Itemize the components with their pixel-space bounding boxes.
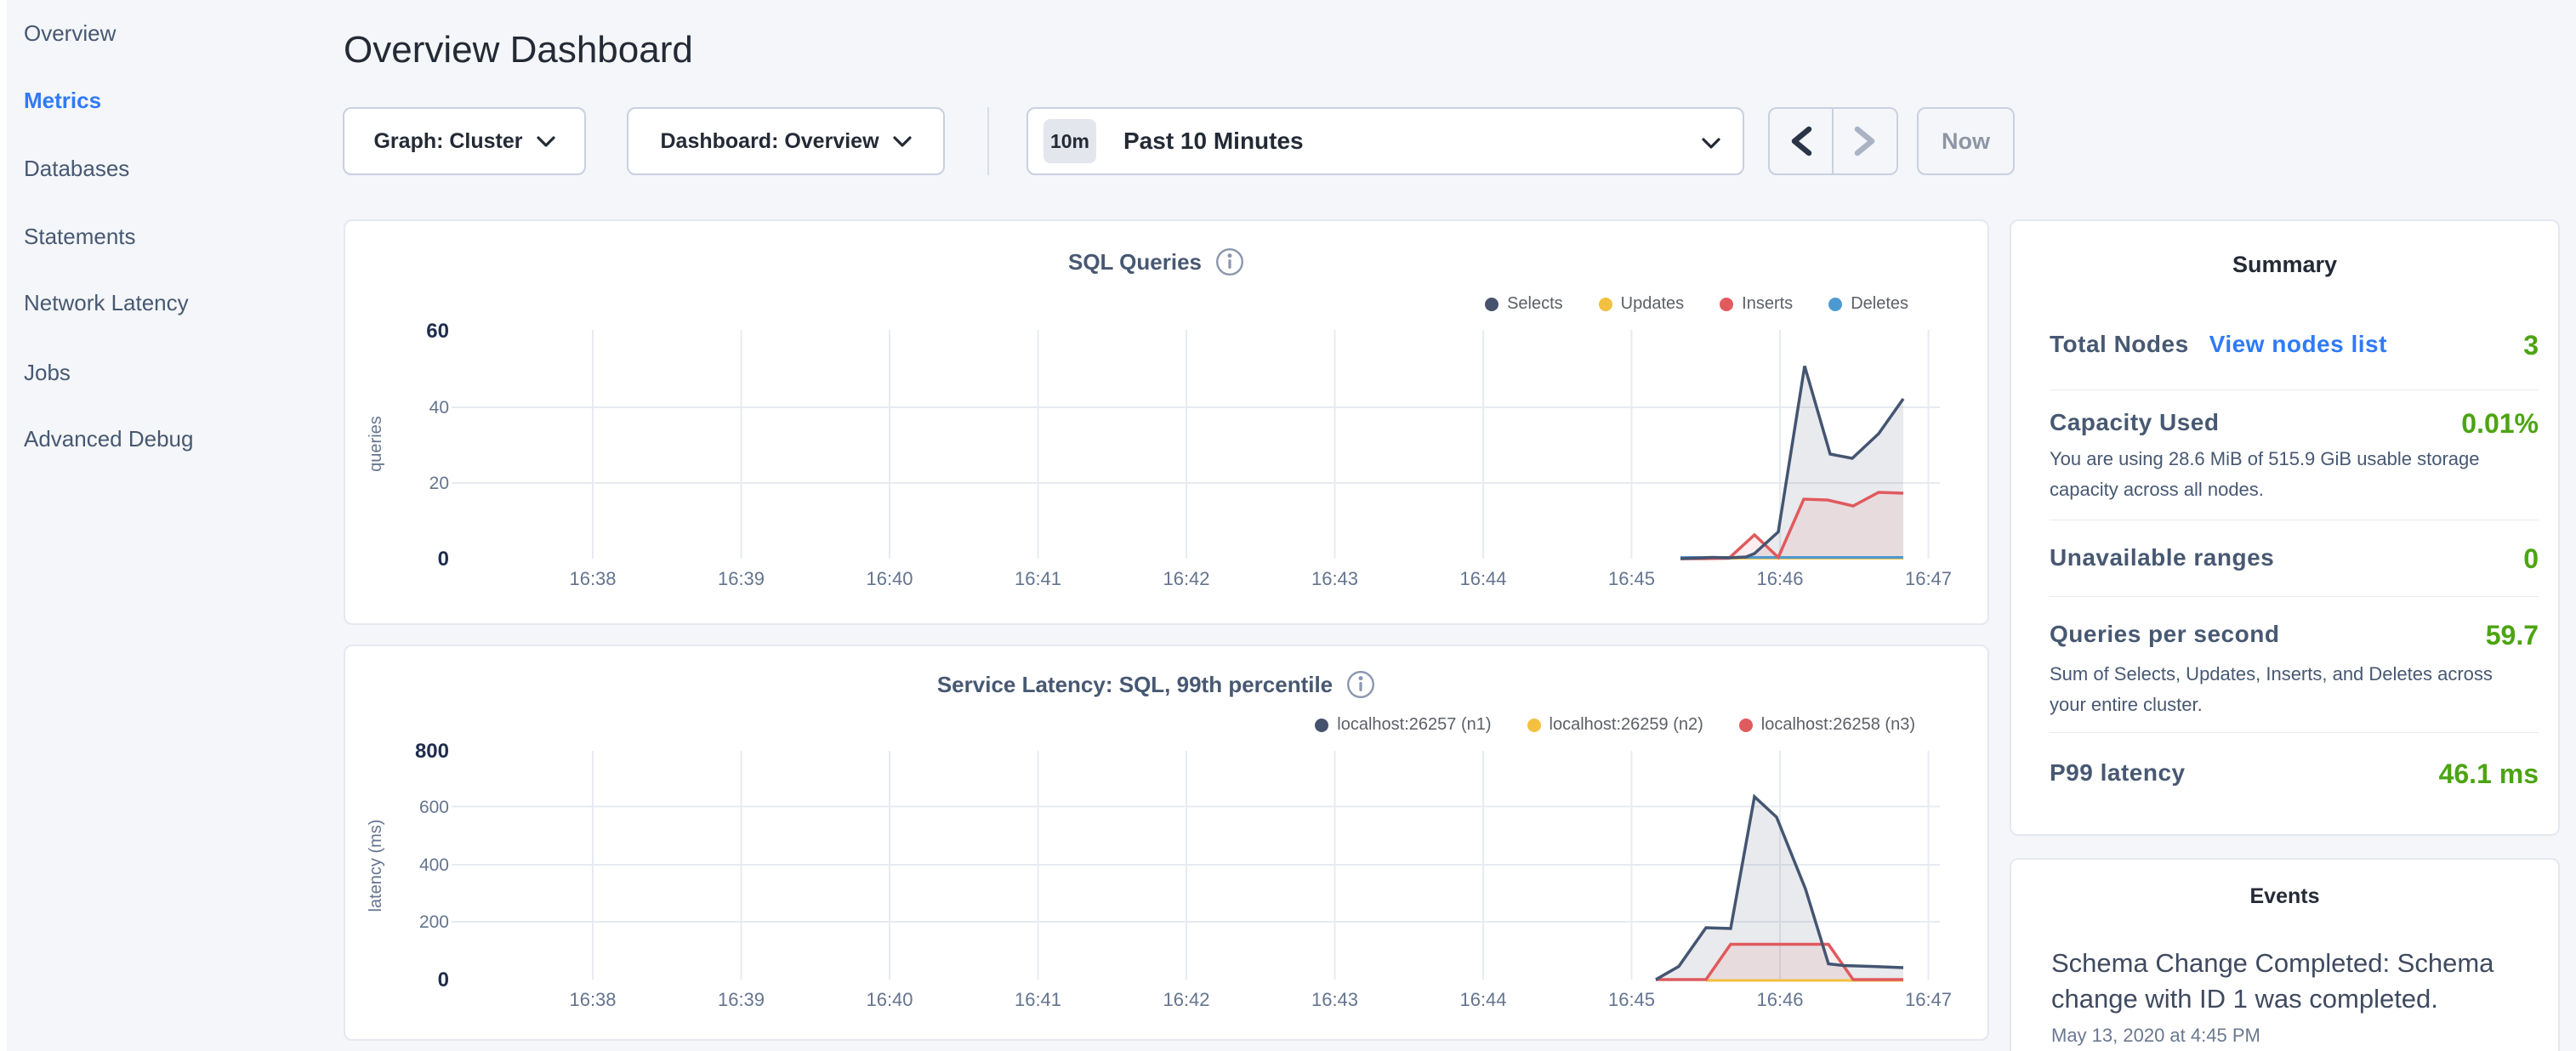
svg-text:16:43: 16:43 (1311, 989, 1358, 1010)
svg-text:400: 400 (419, 855, 449, 875)
svg-text:16:47: 16:47 (1905, 568, 1952, 589)
svg-text:16:43: 16:43 (1311, 568, 1358, 589)
svg-text:16:46: 16:46 (1756, 568, 1803, 589)
svg-text:16:44: 16:44 (1459, 989, 1506, 1010)
svg-text:16:44: 16:44 (1459, 568, 1506, 589)
svg-text:16:38: 16:38 (569, 568, 616, 589)
svg-text:40: 40 (429, 398, 449, 418)
svg-text:16:41: 16:41 (1015, 568, 1061, 589)
svg-text:16:42: 16:42 (1163, 989, 1209, 1010)
svg-text:200: 200 (419, 912, 449, 932)
svg-text:16:41: 16:41 (1015, 989, 1061, 1010)
svg-text:20: 20 (429, 474, 449, 493)
svg-text:16:39: 16:39 (718, 989, 765, 1010)
svg-text:16:47: 16:47 (1905, 989, 1952, 1010)
svg-text:16:42: 16:42 (1163, 568, 1209, 589)
svg-text:16:45: 16:45 (1608, 989, 1655, 1010)
svg-text:16:40: 16:40 (866, 989, 913, 1010)
svg-text:16:45: 16:45 (1608, 568, 1655, 589)
svg-text:latency (ms): latency (ms) (367, 820, 385, 912)
svg-text:800: 800 (415, 740, 449, 763)
svg-text:0: 0 (438, 969, 449, 991)
svg-text:16:46: 16:46 (1756, 989, 1803, 1010)
svg-text:queries: queries (367, 416, 385, 472)
svg-text:0: 0 (438, 548, 449, 571)
svg-text:16:38: 16:38 (569, 989, 616, 1010)
svg-text:60: 60 (426, 320, 449, 343)
svg-text:600: 600 (419, 798, 449, 817)
svg-text:16:40: 16:40 (866, 568, 913, 589)
svg-text:16:39: 16:39 (718, 568, 765, 589)
